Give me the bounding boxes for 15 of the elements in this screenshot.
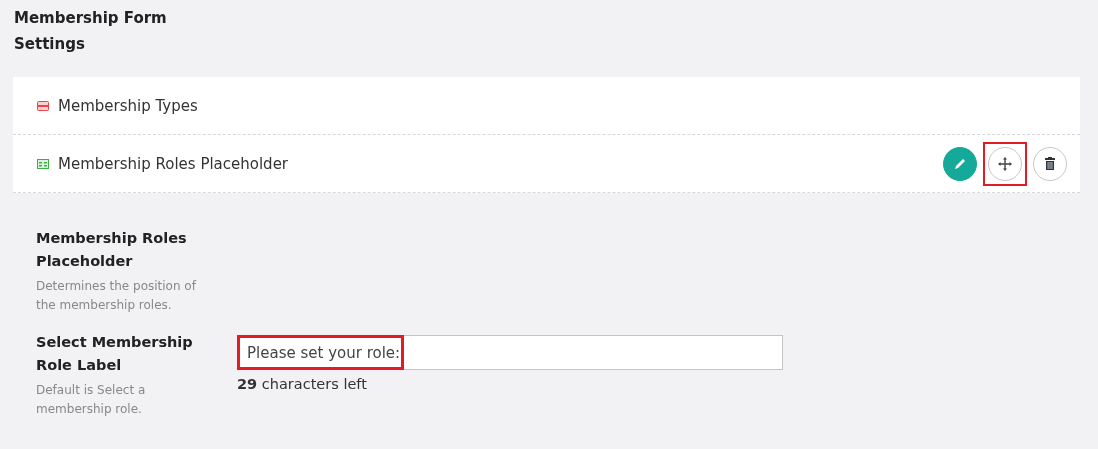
setting-label: Select Membership Role Label	[36, 333, 194, 375]
setting-label: Membership Roles Placeholder	[36, 229, 188, 271]
setting-help: Default is Select a membership role.	[36, 382, 147, 418]
label-input[interactable]: Please set your role:	[237, 335, 783, 370]
character-counter: 29 characters left	[237, 376, 368, 392]
trash-icon	[1044, 156, 1056, 171]
setting-help: Determines the position of the membership roles.	[36, 278, 198, 314]
card-icon	[37, 100, 49, 111]
field-label[interactable]: Membership Roles Placeholder	[58, 154, 289, 173]
move-button[interactable]	[983, 141, 1027, 186]
id-card-icon	[37, 158, 49, 169]
page-title: Membership Form Settings	[14, 8, 168, 55]
move-icon	[998, 156, 1012, 171]
pencil-icon	[953, 156, 967, 171]
field-label[interactable]: Membership Types	[58, 96, 198, 115]
